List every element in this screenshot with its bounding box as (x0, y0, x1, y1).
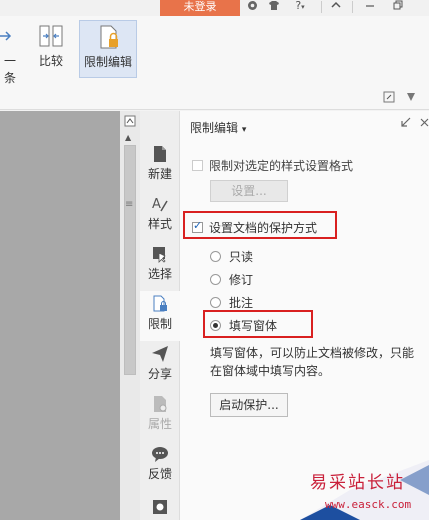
sidebar-item-style[interactable]: A 样式 (140, 191, 180, 241)
sidebar-item-new[interactable]: 新建 (140, 141, 180, 191)
lock-document-icon (94, 23, 122, 51)
close-icon[interactable] (420, 117, 429, 131)
pane-title-text: 限制编辑 (190, 121, 239, 135)
sidebar-item-more[interactable] (140, 493, 180, 520)
previous-item-button[interactable]: 一条 (0, 20, 20, 85)
scrollbar-thumb[interactable] (124, 145, 136, 375)
radio-comment[interactable] (210, 297, 221, 308)
dialog-launcher-icon[interactable] (383, 91, 395, 103)
option-label: 批注 (229, 296, 254, 310)
sidebar-item-label: 属性 (147, 417, 172, 431)
task-pane-sidebar: 新建 A 样式 选择 限制 分享 属性 反馈 (140, 111, 180, 520)
restrict-icon (151, 295, 169, 313)
sidebar-item-restrict[interactable]: 限制 (140, 291, 180, 341)
select-icon (151, 245, 169, 263)
sidebar-item-label: 新建 (147, 167, 172, 181)
feedback-icon (151, 445, 169, 463)
sidebar-item-properties[interactable]: 属性 (140, 391, 180, 441)
restrict-edit-button[interactable]: 限制编辑 (79, 20, 137, 78)
style-icon: A (151, 195, 169, 213)
shirt-icon[interactable] (268, 0, 280, 14)
more-icon (151, 498, 169, 516)
help-icon[interactable]: ?▾ (292, 0, 308, 14)
sidebar-item-label: 分享 (147, 367, 172, 381)
new-icon (151, 145, 169, 163)
share-icon (151, 345, 169, 363)
description-text: 填写窗体，可以防止文档被修改，只能在窗体域中填写内容。 (210, 346, 415, 378)
chevron-down-icon: ▾ (241, 125, 247, 135)
compare-label: 比较 (38, 54, 63, 68)
restrict-format-checkbox[interactable] (192, 160, 203, 171)
sidebar-item-label: 限制 (147, 317, 172, 331)
skin-icon[interactable] (246, 0, 258, 14)
start-protection-button[interactable]: 启动保护... (210, 393, 288, 417)
sidebar-item-label: 样式 (147, 217, 172, 231)
sidebar-item-share[interactable]: 分享 (140, 341, 180, 391)
restrict-edit-label: 限制编辑 (83, 55, 132, 69)
ribbon: 一条 比较 限制编辑 (0, 16, 429, 110)
scroll-up-icon[interactable] (124, 115, 136, 129)
collapse-icon[interactable] (330, 0, 342, 14)
sidebar-item-feedback[interactable]: 反馈 (140, 441, 180, 491)
scroll-up-arrow-icon[interactable]: ▲ (125, 133, 131, 142)
watermark-logo-text: 易采站长站 (310, 473, 405, 493)
arrow-icon (0, 22, 14, 50)
title-bar: 未登录 ?▾ (0, 0, 429, 16)
compare-button[interactable]: 比较 (34, 20, 68, 78)
grip-icon: ≡ (125, 199, 134, 210)
undock-icon[interactable] (400, 117, 411, 131)
vertical-scrollbar[interactable]: ▲ ≡ (120, 111, 140, 520)
protect-highlight-box (183, 211, 337, 239)
radio-option-readonly[interactable]: 只读 (210, 248, 253, 265)
pin-icon[interactable] (405, 91, 417, 103)
separator (352, 1, 353, 13)
watermark-url-text: www.easck.com (325, 498, 412, 511)
restrict-format-option[interactable]: 限制对选定的样式设置格式 (192, 157, 353, 174)
option-label: 只读 (229, 250, 254, 264)
restrict-format-label: 限制对选定的样式设置格式 (209, 159, 354, 173)
settings-button[interactable]: 设置... (210, 180, 288, 202)
radio-revision[interactable] (210, 274, 221, 285)
document-area[interactable] (0, 111, 120, 520)
radio-readonly[interactable] (210, 251, 221, 262)
compare-icon (37, 22, 65, 50)
form-highlight-box (203, 310, 313, 338)
previous-item-label: 一条 (3, 54, 16, 85)
radio-option-revision[interactable]: 修订 (210, 271, 253, 288)
properties-icon (151, 395, 169, 413)
svg-text:A: A (152, 197, 161, 212)
sidebar-item-label: 反馈 (147, 467, 172, 481)
restore-icon[interactable] (392, 0, 404, 14)
option-label: 修订 (229, 273, 254, 287)
separator (321, 1, 322, 13)
restrict-edit-pane: 限制编辑 ▾ 限制对选定的样式设置格式 设置... 设置文档的保护方式 只读 修… (180, 111, 429, 520)
login-button[interactable]: 未登录 (160, 0, 240, 16)
radio-option-comment[interactable]: 批注 (210, 294, 253, 311)
minimize-icon[interactable] (364, 0, 376, 14)
sidebar-item-select[interactable]: 选择 (140, 241, 180, 291)
pane-title[interactable]: 限制编辑 ▾ (190, 119, 246, 136)
sidebar-item-label: 选择 (147, 267, 172, 281)
